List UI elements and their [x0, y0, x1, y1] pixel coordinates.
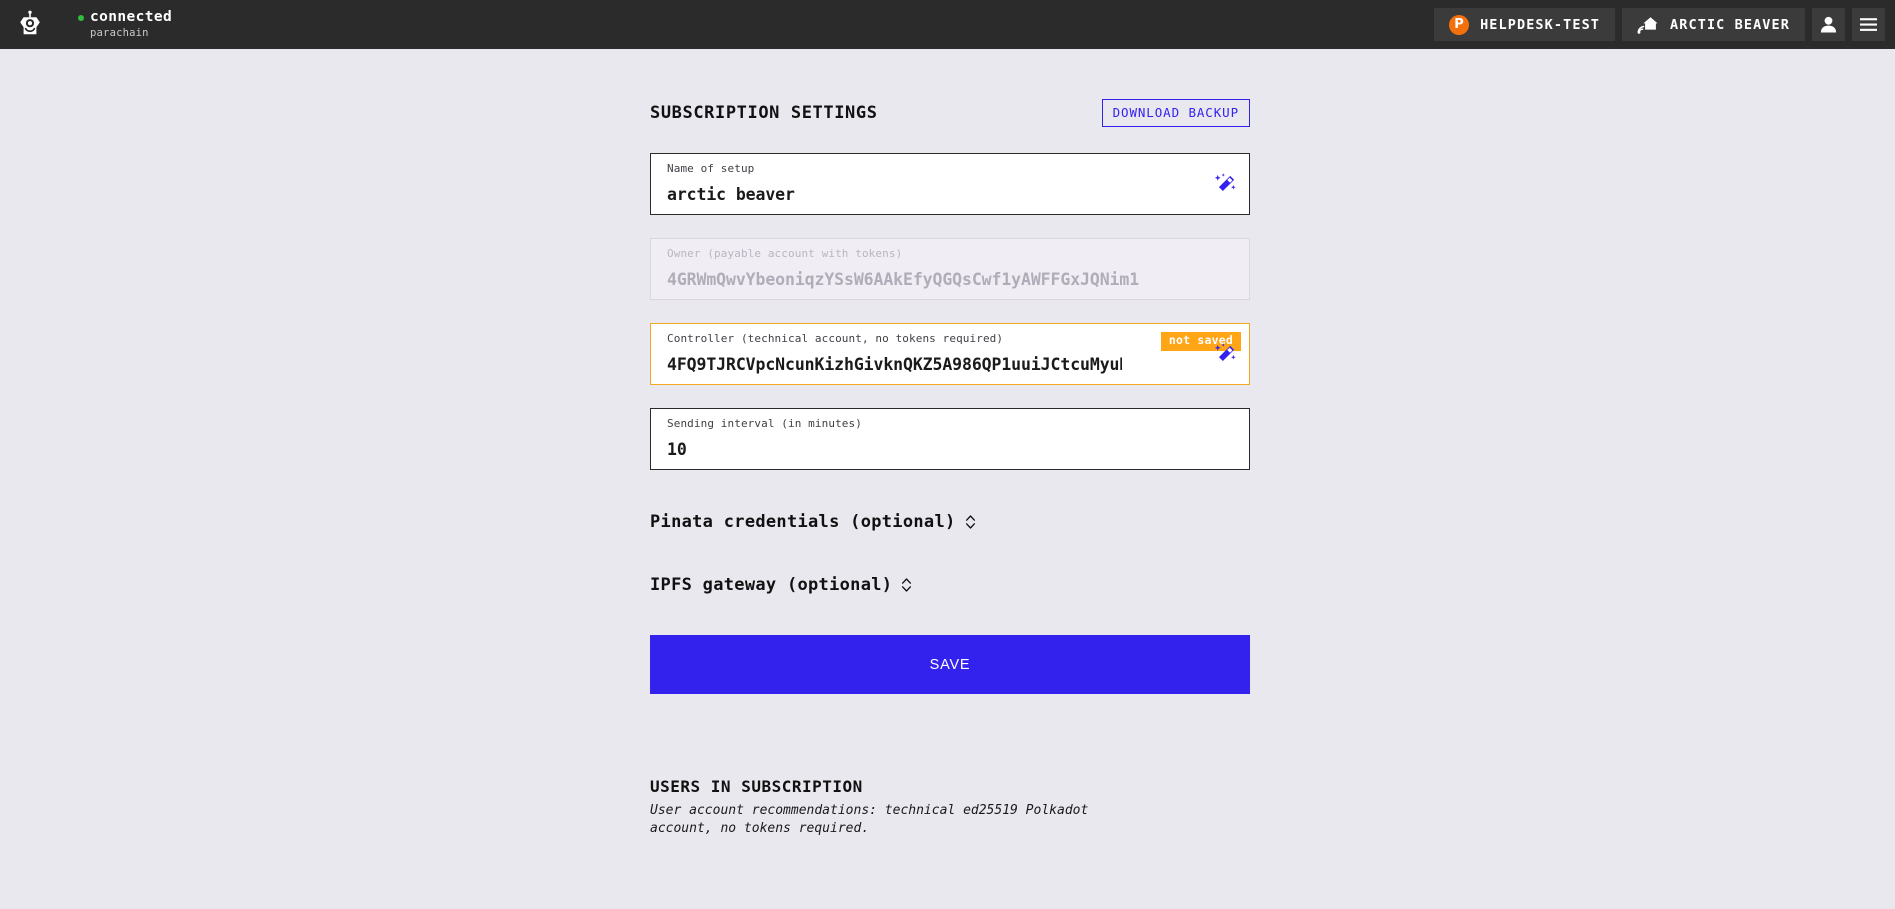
smart-home-wifi-icon — [1637, 16, 1658, 34]
collapsible-label-ipfs-gateway: IPFS gateway (optional) — [650, 575, 893, 595]
top-bar-actions: P HELPDESK-TEST ARCTIC BEAVER — [1434, 8, 1895, 41]
settings-container: SUBSCRIPTION SETTINGS DOWNLOAD BACKUP Na… — [650, 49, 1250, 839]
up-down-chevron-icon[interactable] — [965, 514, 976, 530]
page-body: SUBSCRIPTION SETTINGS DOWNLOAD BACKUP Na… — [0, 49, 1895, 909]
up-down-chevron-icon[interactable] — [901, 577, 912, 593]
collapsible-ipfs-gateway[interactable]: IPFS gateway (optional) — [650, 572, 1250, 598]
account-chip-label: HELPDESK-TEST — [1480, 16, 1601, 33]
page-title: SUBSCRIPTION SETTINGS — [650, 103, 878, 123]
field-label-owner: Owner (payable account with tokens) — [667, 247, 903, 260]
section-header: SUBSCRIPTION SETTINGS DOWNLOAD BACKUP — [650, 96, 1250, 130]
profile-button[interactable] — [1812, 8, 1845, 41]
menu-button[interactable] — [1852, 8, 1885, 41]
field-label-name-of-setup: Name of setup — [667, 162, 755, 175]
field-value-name-of-setup[interactable]: arctic beaver — [667, 185, 1122, 204]
users-section-note: User account recommendations: technical … — [650, 803, 1089, 837]
top-bar: connected parachain P HELPDESK-TEST ARCT… — [0, 0, 1895, 49]
field-value-controller[interactable]: 4FQ9TJRCVpcNcunKizhGivknQKZ5A986QP1uuiJC… — [667, 355, 1122, 374]
field-label-controller: Controller (technical account, no tokens… — [667, 332, 1004, 345]
connection-status-label: connected — [90, 9, 173, 26]
magic-wand-icon[interactable] — [1215, 343, 1237, 365]
connection-status: connected parachain — [78, 10, 172, 38]
connection-status-dot — [78, 14, 84, 21]
field-controller[interactable]: Controller (technical account, no tokens… — [650, 323, 1250, 385]
field-value-sending-interval[interactable]: 10 — [667, 440, 1235, 459]
field-owner: Owner (payable account with tokens) 4GRW… — [650, 238, 1250, 300]
users-in-subscription-section: USERS IN SUBSCRIPTION User account recom… — [650, 777, 1250, 839]
field-name-of-setup[interactable]: Name of setup arctic beaver — [650, 153, 1250, 215]
save-button[interactable]: SAVE — [650, 635, 1250, 694]
robot-head-icon — [19, 10, 40, 34]
field-value-owner: 4GRWmQwvYbeoniqzYSsW6AAkEfyQGQsCwf1yAWFF… — [667, 270, 1140, 289]
hamburger-menu-icon — [1860, 18, 1877, 31]
field-sending-interval[interactable]: Sending interval (in minutes) 10 — [650, 408, 1250, 470]
user-avatar-icon — [1820, 16, 1837, 33]
setup-chip-label: ARCTIC BEAVER — [1670, 16, 1790, 33]
setup-chip[interactable]: ARCTIC BEAVER — [1622, 8, 1805, 41]
collapsible-pinata-credentials[interactable]: Pinata credentials (optional) — [650, 509, 1250, 535]
account-chip[interactable]: P HELPDESK-TEST — [1434, 8, 1616, 41]
magic-wand-icon[interactable] — [1215, 173, 1237, 195]
field-label-sending-interval: Sending interval (in minutes) — [667, 417, 862, 430]
collapsible-label-pinata-credentials: Pinata credentials (optional) — [650, 512, 956, 532]
polkadot-icon: P — [1449, 14, 1470, 35]
users-section-title: USERS IN SUBSCRIPTION — [650, 777, 863, 796]
download-backup-button[interactable]: DOWNLOAD BACKUP — [1101, 98, 1250, 128]
connection-network-label: parachain — [90, 26, 149, 39]
app-logo[interactable] — [0, 0, 59, 49]
